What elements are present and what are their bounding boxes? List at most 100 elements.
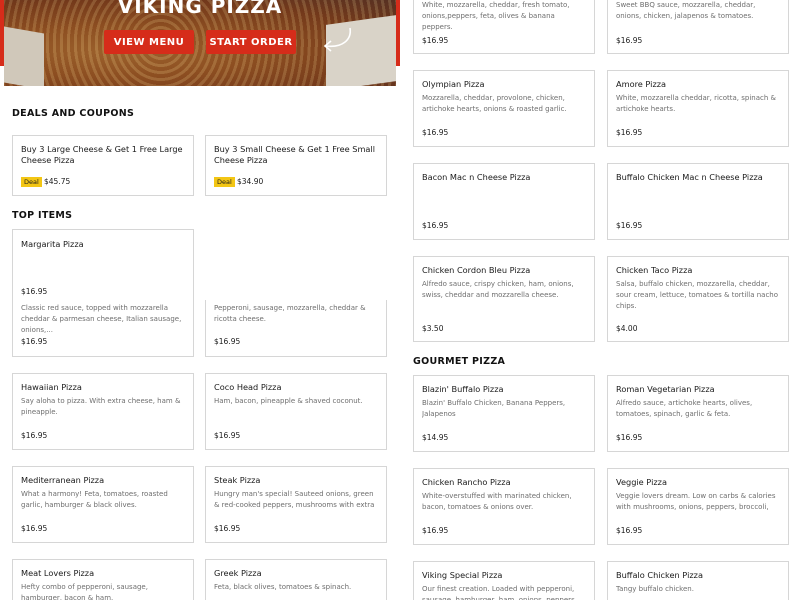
- curved-arrow-icon: [323, 27, 351, 52]
- item-name: Meat Lovers Pizza: [21, 568, 95, 578]
- item-description: Alfredo sauce, artichoke hearts, olives,…: [616, 399, 753, 418]
- item-description: Hungry man's special! Sauteed onions, gr…: [214, 490, 375, 509]
- menu-item-card[interactable]: Margarita Pizza $16.95: [12, 229, 194, 306]
- item-name: Margarita Pizza: [21, 239, 84, 249]
- item-name: Chicken Taco Pizza: [616, 265, 693, 275]
- item-description: Ham, bacon, pineapple & shaved coconut.: [214, 397, 363, 405]
- menu-item-card[interactable]: Viking Special Pizza Our finest creation…: [413, 561, 595, 600]
- menu-item-card[interactable]: Steak Pizza Hungry man's special! Sautee…: [205, 466, 387, 543]
- item-price: $16.95: [422, 128, 449, 137]
- item-price: $16.95: [214, 431, 241, 440]
- hero-banner: VIKING PIZZA VIEW MENU START ORDER: [4, 0, 396, 86]
- item-price: $16.95: [616, 221, 643, 230]
- item-price: $16.95: [616, 36, 643, 45]
- item-description: Tangy buffalo chicken.: [616, 585, 694, 593]
- top-items-section-title: TOP ITEMS: [12, 210, 73, 221]
- item-description: White, mozzarella, cheddar, fresh tomato…: [422, 1, 570, 31]
- item-name: Hawaiian Pizza: [21, 382, 82, 392]
- menu-item-card[interactable]: Chicken Rancho Pizza White-overstuffed w…: [413, 468, 595, 545]
- item-description: Veggie lovers dream. Low on carbs & calo…: [616, 492, 776, 511]
- item-price: $16.95: [21, 524, 48, 533]
- item-name: Steak Pizza: [214, 475, 261, 485]
- item-description: Our finest creation. Loaded with peppero…: [422, 585, 582, 600]
- item-price: $16.95: [616, 526, 643, 535]
- deal-name: Buy 3 Large Cheese & Get 1 Free Large Ch…: [21, 144, 183, 165]
- item-name: Veggie Pizza: [616, 477, 667, 487]
- menu-item-card[interactable]: Buffalo Chicken Pizza Tangy buffalo chic…: [607, 561, 789, 600]
- item-name: Amore Pizza: [616, 79, 667, 89]
- deal-card[interactable]: Buy 3 Large Cheese & Get 1 Free Large Ch…: [12, 135, 194, 196]
- menu-item-card[interactable]: Chicken Cordon Bleu Pizza Alfredo sauce,…: [413, 256, 595, 342]
- item-name: Viking Special Pizza: [422, 570, 503, 580]
- menu-item-card[interactable]: Bacon Mac n Cheese Pizza $16.95: [413, 163, 595, 240]
- menu-item-card[interactable]: White, mozzarella, cheddar, fresh tomato…: [413, 0, 595, 54]
- deal-price: $34.90: [237, 177, 264, 186]
- menu-item-card[interactable]: Greek Pizza Feta, black olives, tomatoes…: [205, 559, 387, 600]
- menu-item-card[interactable]: Meat Lovers Pizza Hefty combo of peppero…: [12, 559, 194, 600]
- item-description: Alfredo sauce, crispy chicken, ham, onio…: [422, 280, 574, 299]
- item-price: $16.95: [616, 433, 643, 442]
- menu-item-card[interactable]: Mediterranean Pizza What a harmony! Feta…: [12, 466, 194, 543]
- item-name: Blazin' Buffalo Pizza: [422, 384, 504, 394]
- hero-title: VIKING PIZZA: [117, 0, 283, 18]
- item-price: $3.50: [422, 324, 444, 333]
- menu-item-card[interactable]: Roman Vegetarian Pizza Alfredo sauce, ar…: [607, 375, 789, 452]
- menu-item-card[interactable]: Olympian Pizza Mozzarella, cheddar, prov…: [413, 70, 595, 147]
- item-price: $16.95: [21, 431, 48, 440]
- menu-item-card[interactable]: Sweet BBQ sauce, mozzarella, cheddar, on…: [607, 0, 789, 54]
- item-description: Salsa, buffalo chicken, mozzarella, ched…: [616, 280, 779, 310]
- item-name: Buffalo Chicken Pizza: [616, 570, 703, 580]
- item-description: Say aloha to pizza. With extra cheese, h…: [21, 397, 181, 416]
- menu-item-card[interactable]: Hawaiian Pizza Say aloha to pizza. With …: [12, 373, 194, 450]
- menu-item-card[interactable]: Buffalo Chicken Mac n Cheese Pizza $16.9…: [607, 163, 789, 240]
- item-description: Blazin' Buffalo Chicken, Banana Peppers,…: [422, 399, 566, 418]
- item-price: $16.95: [214, 337, 241, 346]
- item-price: $4.00: [616, 324, 638, 333]
- item-description: Feta, black olives, tomatoes & spinach.: [214, 583, 352, 591]
- item-price: $16.95: [422, 36, 449, 45]
- item-price: $16.95: [21, 337, 48, 346]
- gourmet-section-title: GOURMET PIZZA: [413, 356, 506, 367]
- view-menu-button[interactable]: VIEW MENU: [104, 30, 194, 54]
- menu-item-card[interactable]: Chicken Taco Pizza Salsa, buffalo chicke…: [607, 256, 789, 342]
- menu-item-card[interactable]: Amore Pizza White, mozzarella cheddar, r…: [607, 70, 789, 147]
- item-name: Olympian Pizza: [422, 79, 485, 89]
- start-order-button[interactable]: START ORDER: [206, 30, 296, 54]
- pizza-box-left: [4, 26, 44, 86]
- item-name: Coco Head Pizza: [214, 382, 282, 392]
- item-name: Bacon Mac n Cheese Pizza: [422, 172, 531, 182]
- deal-card[interactable]: Buy 3 Small Cheese & Get 1 Free Small Ch…: [205, 135, 387, 196]
- item-description: Hefty combo of pepperoni, sausage, hambu…: [21, 583, 148, 600]
- deal-name: Buy 3 Small Cheese & Get 1 Free Small Ch…: [214, 144, 376, 165]
- item-price: $16.95: [21, 287, 48, 296]
- deal-badge: Deal: [21, 177, 42, 187]
- menu-item-card[interactable]: Blazin' Buffalo Pizza Blazin' Buffalo Ch…: [413, 375, 595, 452]
- deals-section-title: DEALS AND COUPONS: [12, 108, 135, 119]
- item-name: Roman Vegetarian Pizza: [616, 384, 715, 394]
- menu-item-card[interactable]: Pepperoni, sausage, mozzarella, cheddar …: [205, 300, 387, 357]
- item-description: Sweet BBQ sauce, mozzarella, cheddar, on…: [616, 1, 756, 20]
- item-name: Chicken Cordon Bleu Pizza: [422, 265, 531, 275]
- item-name: Mediterranean Pizza: [21, 475, 105, 485]
- item-price: $16.95: [214, 524, 241, 533]
- deal-badge: Deal: [214, 177, 235, 187]
- item-description: Classic red sauce, topped with mozzarell…: [21, 304, 182, 334]
- item-description: White, mozzarella cheddar, ricotta, spin…: [616, 94, 776, 113]
- item-name: Buffalo Chicken Mac n Cheese Pizza: [616, 172, 763, 182]
- item-price: $14.95: [422, 433, 449, 442]
- item-name: Chicken Rancho Pizza: [422, 477, 511, 487]
- item-description: Mozzarella, cheddar, provolone, chicken,…: [422, 94, 567, 113]
- menu-item-card[interactable]: Classic red sauce, topped with mozzarell…: [12, 300, 194, 357]
- hero-frame-left: [0, 0, 4, 66]
- item-description: Pepperoni, sausage, mozzarella, cheddar …: [214, 304, 366, 323]
- menu-item-card[interactable]: Veggie Pizza Veggie lovers dream. Low on…: [607, 468, 789, 545]
- hero-frame-right: [396, 0, 400, 66]
- item-price: $16.95: [422, 221, 449, 230]
- item-description: White-overstuffed with marinated chicken…: [422, 492, 572, 511]
- item-description: What a harmony! Feta, tomatoes, roasted …: [21, 490, 168, 509]
- menu-item-card[interactable]: Coco Head Pizza Ham, bacon, pineapple & …: [205, 373, 387, 450]
- item-price: $16.95: [422, 526, 449, 535]
- deal-price: $45.75: [44, 177, 71, 186]
- item-name: Greek Pizza: [214, 568, 262, 578]
- item-price: $16.95: [616, 128, 643, 137]
